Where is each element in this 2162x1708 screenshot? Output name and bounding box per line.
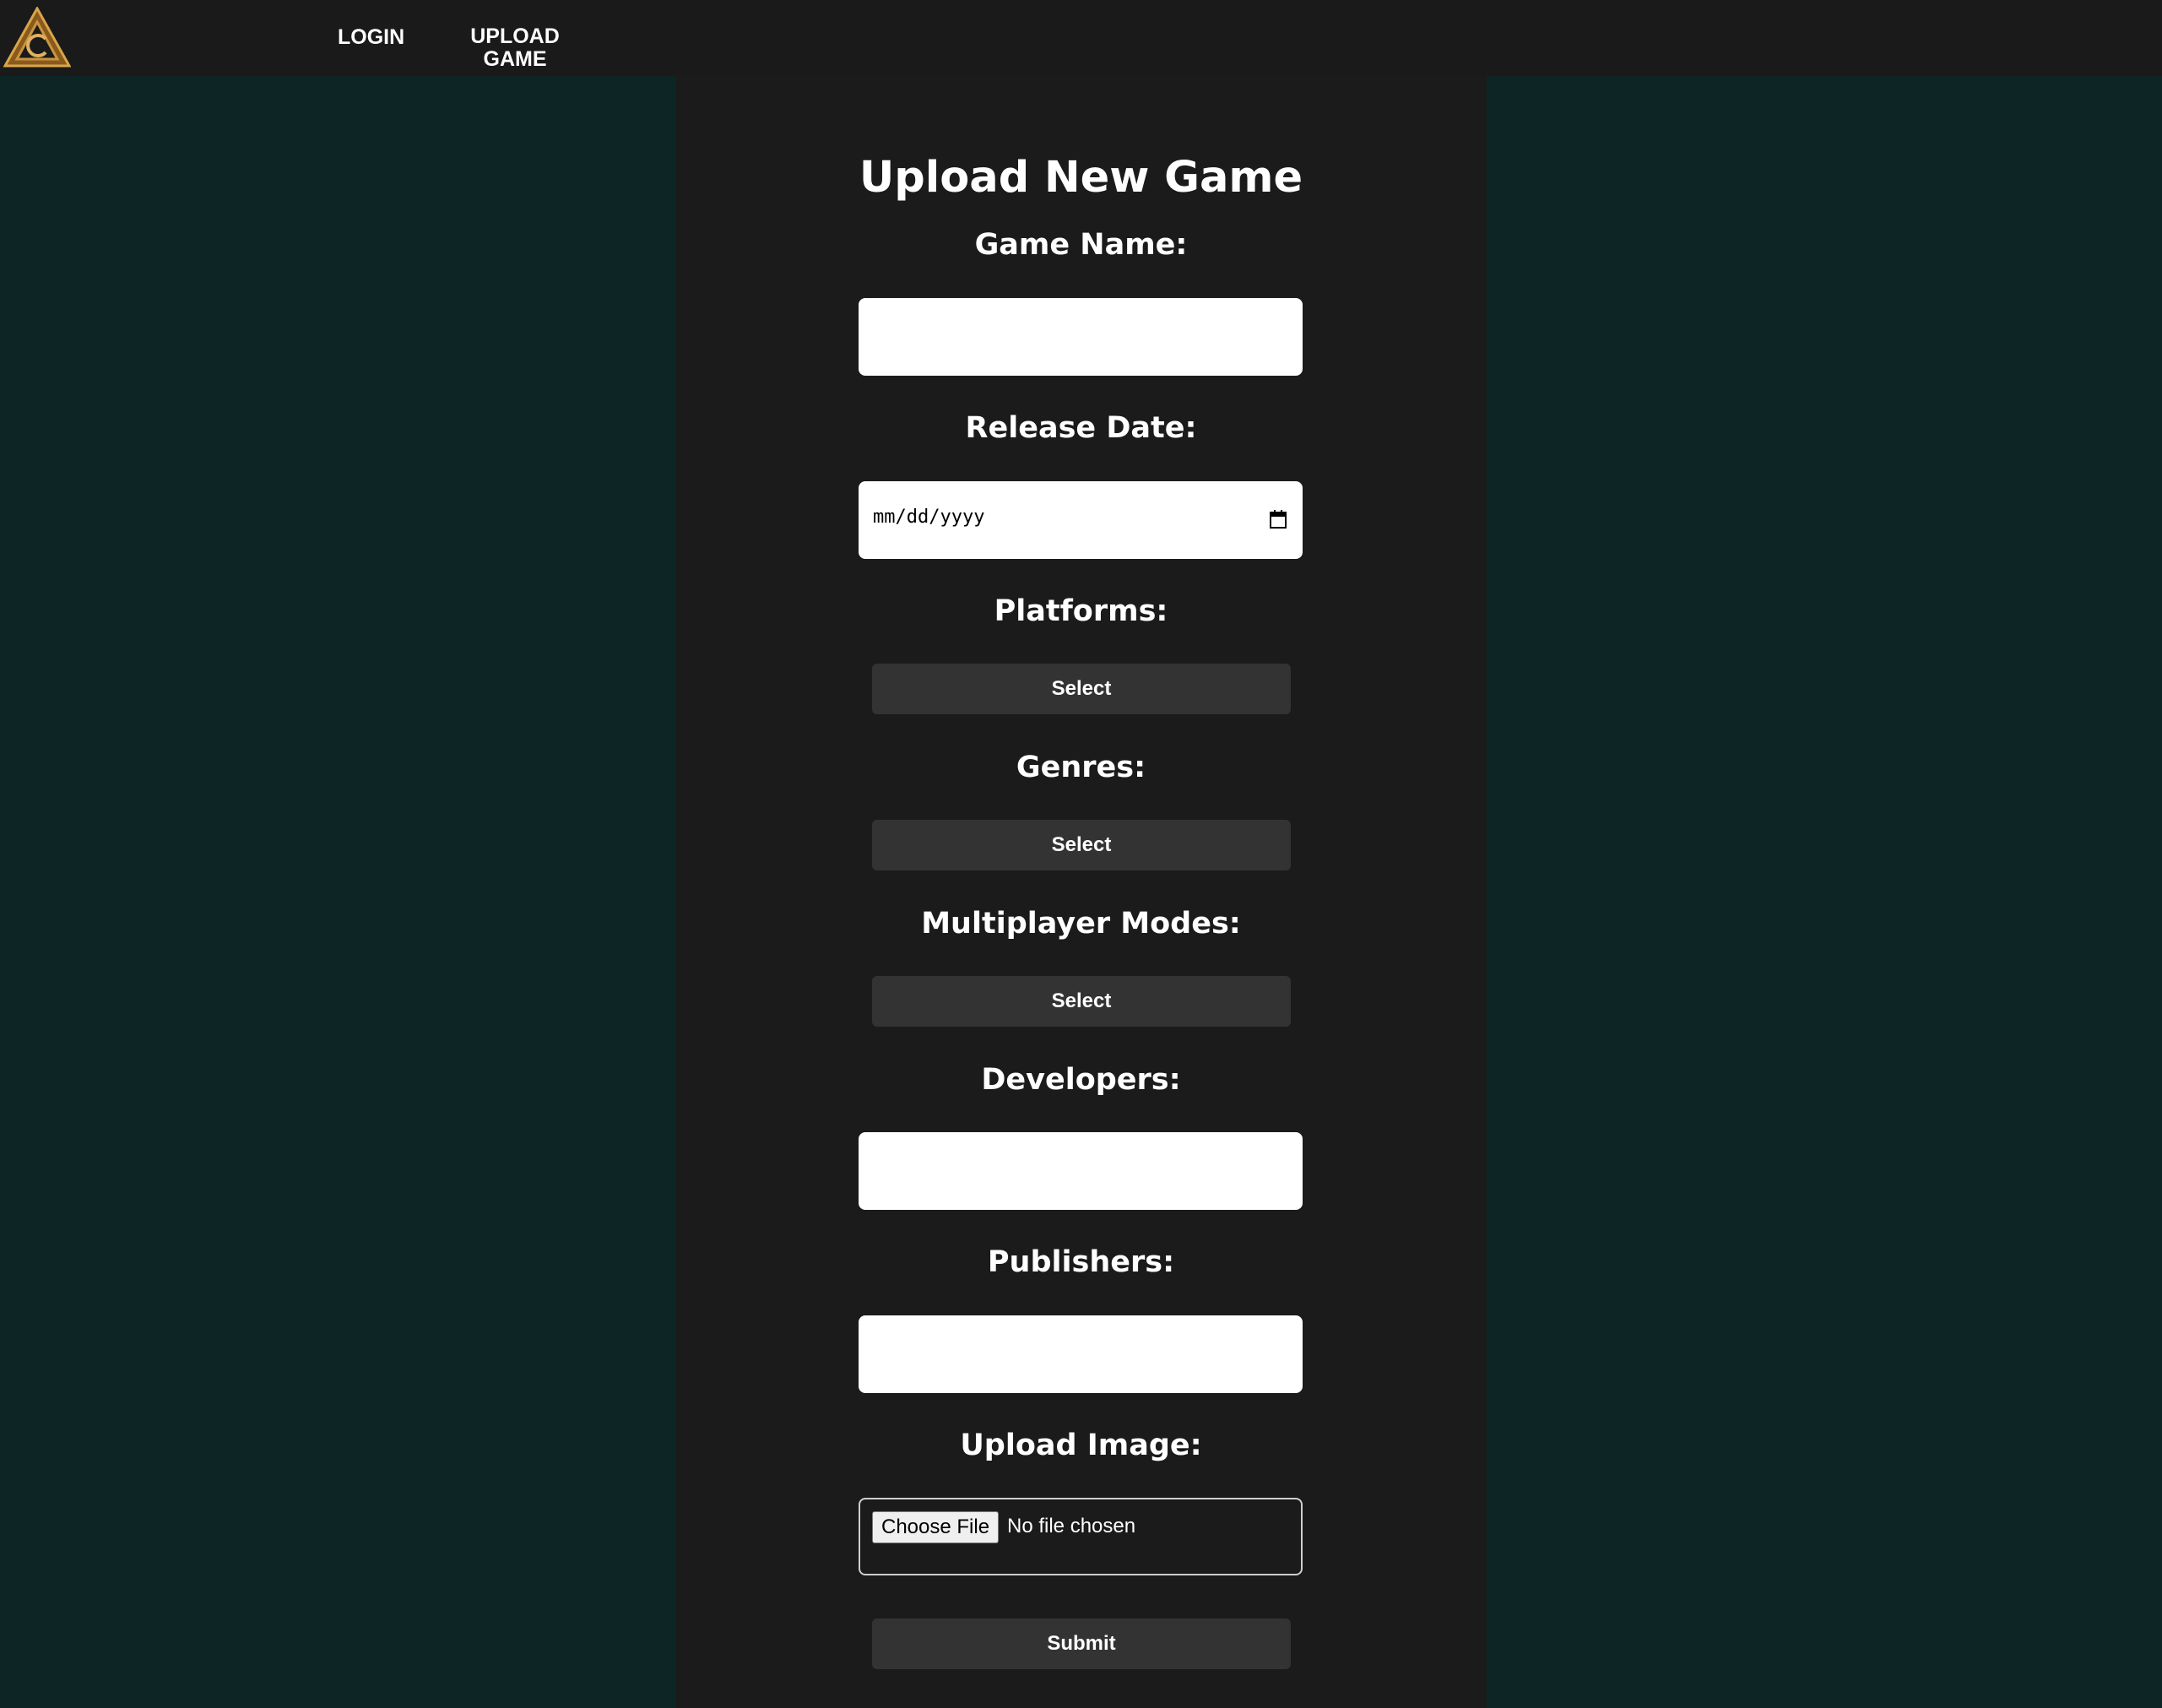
no-file-chosen-text: No file chosen bbox=[1007, 1515, 1136, 1537]
choose-file-button[interactable]: Choose File bbox=[872, 1511, 1000, 1543]
game-name-label: Game Name: bbox=[974, 228, 1188, 262]
submit-button[interactable]: Submit bbox=[872, 1619, 1291, 1669]
nav-upload-game-link[interactable]: UPLOAD GAME bbox=[468, 25, 562, 71]
upload-image-file-input[interactable]: Choose File No file chosen bbox=[859, 1498, 1303, 1575]
publishers-input[interactable] bbox=[859, 1315, 1303, 1393]
calendar-icon[interactable] bbox=[1269, 509, 1287, 529]
genres-select-button[interactable]: Select bbox=[872, 820, 1291, 870]
nav-login-link[interactable]: LOGIN bbox=[338, 26, 404, 49]
multiplayer-modes-label: Multiplayer Modes: bbox=[921, 907, 1241, 941]
publishers-label: Publishers: bbox=[987, 1245, 1175, 1279]
platforms-select-button[interactable]: Select bbox=[872, 664, 1291, 714]
page-title: Upload New Game bbox=[859, 153, 1303, 203]
release-date-label: Release Date: bbox=[965, 411, 1197, 445]
platforms-label: Platforms: bbox=[994, 594, 1168, 628]
release-date-placeholder: mm/dd/yyyy bbox=[873, 507, 985, 528]
game-name-input[interactable] bbox=[859, 298, 1303, 376]
genres-label: Genres: bbox=[1016, 751, 1146, 784]
triangle-logo-icon[interactable] bbox=[3, 7, 71, 68]
developers-input[interactable] bbox=[859, 1132, 1303, 1210]
nav-upload-line1: UPLOAD bbox=[470, 24, 560, 48]
multiplayer-modes-select-button[interactable]: Select bbox=[872, 976, 1291, 1027]
top-navbar: LOGIN UPLOAD GAME bbox=[0, 0, 2162, 76]
developers-label: Developers: bbox=[981, 1063, 1181, 1097]
nav-upload-line2: GAME bbox=[483, 47, 547, 71]
release-date-input[interactable]: mm/dd/yyyy bbox=[859, 481, 1303, 559]
upload-image-label: Upload Image: bbox=[960, 1429, 1202, 1462]
